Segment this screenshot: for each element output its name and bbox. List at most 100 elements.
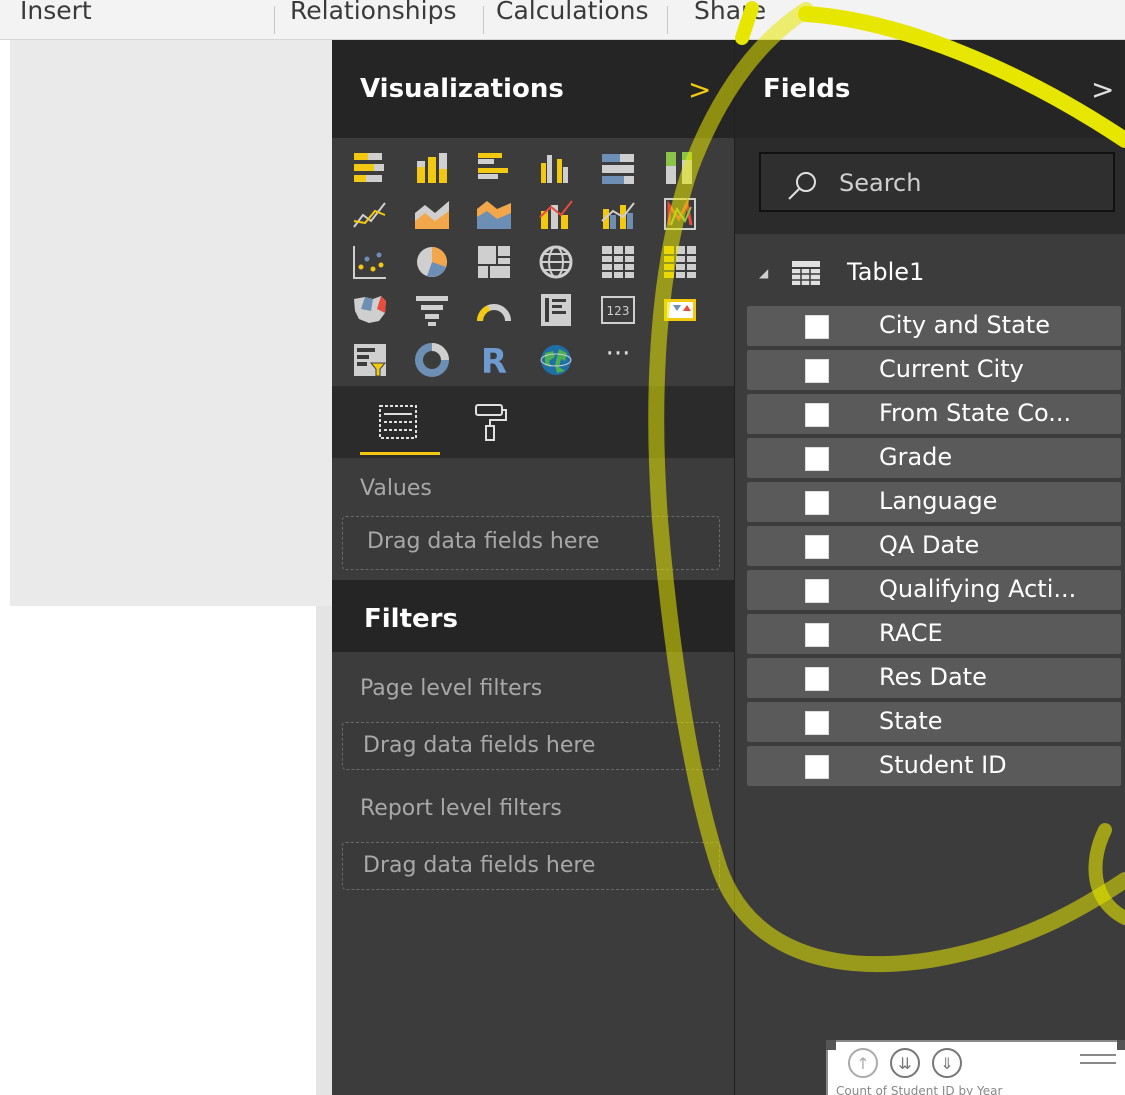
ribbon-tab-insert[interactable]: Insert: [20, 0, 92, 25]
r-script-visual-label: R: [481, 342, 507, 379]
values-dropzone[interactable]: Drag data fields here: [342, 516, 720, 570]
search-input[interactable]: [839, 166, 1099, 200]
field-item[interactable]: Student ID: [747, 746, 1121, 786]
field-checkbox[interactable]: [805, 447, 829, 471]
field-checkbox[interactable]: [805, 359, 829, 383]
field-item[interactable]: RACE: [747, 614, 1121, 654]
ribbon: Insert Relationships Calculations Share: [0, 0, 1125, 40]
ribbon-tab-share[interactable]: Share: [694, 0, 766, 25]
stacked-area-chart-icon[interactable]: [474, 194, 514, 234]
clustered-bar-chart-icon[interactable]: [474, 148, 514, 188]
ribbon-tab-relationships[interactable]: Relationships: [290, 0, 457, 25]
visualizations-header: Visualizations >: [332, 40, 734, 138]
field-checkbox[interactable]: [805, 667, 829, 691]
donut-chart-icon[interactable]: [412, 340, 452, 380]
field-checkbox[interactable]: [805, 403, 829, 427]
filters-header: Filters: [332, 580, 734, 652]
field-item[interactable]: State: [747, 702, 1121, 742]
field-item[interactable]: Language: [747, 482, 1121, 522]
map-icon[interactable]: [536, 242, 576, 282]
fields-well-tab[interactable]: [378, 402, 418, 442]
field-checkbox[interactable]: [805, 579, 829, 603]
line-chart-icon[interactable]: [350, 194, 390, 234]
field-label: Res Date: [879, 663, 987, 691]
table-grid-icon: [792, 261, 820, 285]
more-visuals-icon[interactable]: ···: [598, 334, 638, 374]
stacked-bar-chart-icon[interactable]: [350, 148, 390, 188]
field-checkbox[interactable]: [805, 535, 829, 559]
slicer-icon[interactable]: [350, 340, 390, 380]
100-stacked-bar-chart-icon[interactable]: [598, 148, 638, 188]
page-level-filters-label: Page level filters: [360, 676, 543, 701]
field-item[interactable]: Res Date: [747, 658, 1121, 698]
fields-header: Fields >: [735, 40, 1125, 138]
visual-title: Count of Student ID by Year: [836, 1084, 1003, 1095]
funnel-icon[interactable]: [412, 290, 452, 330]
pie-chart-icon[interactable]: [412, 242, 452, 282]
ribbon-tab-calculations[interactable]: Calculations: [496, 0, 649, 25]
drill-down-all-icon[interactable]: ⇊: [890, 1048, 920, 1078]
100-stacked-column-chart-icon[interactable]: [660, 148, 700, 188]
ribbon-chart-icon[interactable]: [660, 194, 700, 234]
arcgis-globe-icon[interactable]: [536, 340, 576, 380]
fields-pane: Fields > ◢ Table1 City and State Current…: [734, 40, 1125, 1095]
field-label: State: [879, 707, 943, 735]
collapse-triangle-icon[interactable]: ◢: [759, 266, 768, 280]
field-label: QA Date: [879, 531, 980, 559]
drill-up-icon[interactable]: ↑: [848, 1048, 878, 1078]
area-chart-icon[interactable]: [412, 194, 452, 234]
visualizations-pane: Visualizations > 123 R ··· Values Drag d…: [332, 40, 734, 1095]
field-checkbox[interactable]: [805, 623, 829, 647]
matrix-icon[interactable]: [660, 242, 700, 282]
stacked-column-chart-icon[interactable]: [412, 148, 452, 188]
format-tab[interactable]: [470, 402, 510, 442]
scatter-chart-icon[interactable]: [350, 242, 390, 282]
report-level-dropzone-text: Drag data fields here: [363, 853, 596, 878]
field-checkbox[interactable]: [805, 755, 829, 779]
line-and-clustered-column-icon[interactable]: [598, 194, 638, 234]
field-label: RACE: [879, 619, 943, 647]
field-item[interactable]: Grade: [747, 438, 1121, 478]
filters-title: Filters: [364, 604, 458, 634]
field-item[interactable]: City and State: [747, 306, 1121, 346]
field-label: Grade: [879, 443, 953, 471]
fields-search-band: [735, 138, 1125, 234]
field-label: City and State: [879, 311, 1050, 339]
field-item[interactable]: Qualifying Acti...: [747, 570, 1121, 610]
filled-map-icon[interactable]: [350, 290, 390, 330]
report-level-filters-label: Report level filters: [360, 796, 562, 821]
page-level-filters-dropzone[interactable]: Drag data fields here: [342, 722, 720, 770]
multi-row-card-icon[interactable]: [536, 290, 576, 330]
kpi-icon[interactable]: [660, 290, 700, 330]
field-item[interactable]: Current City: [747, 350, 1121, 390]
report-visual[interactable]: ↑ ⇊ ⇓ Count of Student ID by Year: [826, 1040, 1125, 1095]
line-and-stacked-column-icon[interactable]: [536, 194, 576, 234]
values-label: Values: [360, 476, 432, 501]
collapse-fields-chevron-icon[interactable]: >: [1091, 76, 1114, 104]
gauge-icon[interactable]: [474, 290, 514, 330]
report-canvas-background: [10, 40, 332, 606]
r-script-visual-icon[interactable]: R: [474, 340, 514, 380]
field-checkbox[interactable]: [805, 491, 829, 515]
field-checkbox[interactable]: [805, 315, 829, 339]
resize-handle[interactable]: [826, 1040, 836, 1050]
more-options-icon[interactable]: [1080, 1054, 1116, 1070]
field-item[interactable]: From State Co...: [747, 394, 1121, 434]
treemap-icon[interactable]: [474, 242, 514, 282]
fields-search-box[interactable]: [759, 152, 1115, 212]
resize-handle[interactable]: [1117, 1040, 1125, 1050]
clustered-column-chart-icon[interactable]: [536, 148, 576, 188]
field-checkbox[interactable]: [805, 711, 829, 735]
collapse-visualizations-chevron-icon[interactable]: >: [688, 76, 711, 104]
field-item[interactable]: QA Date: [747, 526, 1121, 566]
visualizations-subtabs: [332, 386, 734, 458]
expand-next-level-icon[interactable]: ⇓: [932, 1048, 962, 1078]
table-icon[interactable]: [598, 242, 638, 282]
table-name: Table1: [847, 258, 925, 286]
card-icon[interactable]: 123: [598, 290, 638, 330]
report-level-filters-dropzone[interactable]: Drag data fields here: [342, 842, 720, 890]
search-icon: [788, 172, 816, 200]
report-page[interactable]: [10, 606, 316, 1095]
ribbon-separator: [667, 6, 668, 34]
field-label: Student ID: [879, 751, 1007, 779]
